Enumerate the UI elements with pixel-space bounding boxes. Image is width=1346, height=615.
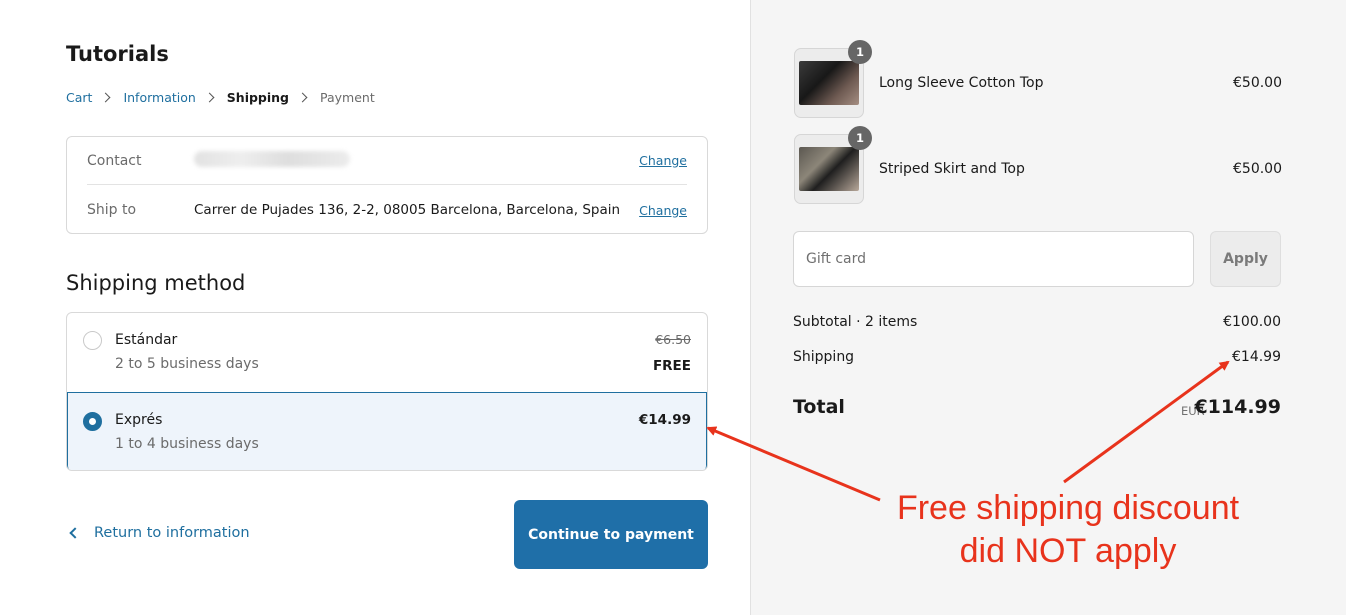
shipping-method-title: Shipping method [66,271,246,295]
shipping-row: Shipping €14.99 [793,349,1281,365]
option-eta: 2 to 5 business days [115,356,259,372]
quantity-badge: 1 [848,126,872,150]
order-item: 1 Striped Skirt and Top €50.00 [794,126,1282,204]
gift-card-input[interactable] [793,231,1194,287]
breadcrumb-shipping: Shipping [226,90,290,105]
contact-value [194,150,639,171]
item-name: Long Sleeve Cotton Top [879,75,1044,91]
shipping-option-express[interactable]: Exprés 1 to 4 business days €14.99 [67,392,707,470]
product-image [799,147,859,191]
breadcrumb-information[interactable]: Information [123,90,195,105]
item-name: Striped Skirt and Top [879,161,1025,177]
contact-label: Contact [87,152,142,169]
subtotal-row: Subtotal · 2 items €100.00 [793,314,1281,330]
radio-unselected[interactable] [83,331,102,350]
total-value: €114.99 [1194,396,1281,418]
shipping-option-standard[interactable]: Estándar 2 to 5 business days €6.50 FREE [67,313,707,392]
contact-row: Contact Change [87,137,687,185]
option-name: Exprés [115,412,163,428]
option-old-price: €6.50 [655,332,691,347]
chevron-right-icon [297,92,308,103]
radio-selected[interactable] [83,412,102,431]
chevron-right-icon [204,92,215,103]
return-to-information-link[interactable]: Return to information [66,525,250,541]
quantity-badge: 1 [848,40,872,64]
store-title[interactable]: Tutorials [66,42,169,66]
chevron-left-icon [69,527,81,539]
breadcrumb-cart[interactable]: Cart [66,90,92,105]
breadcrumb-payment: Payment [320,90,375,105]
subtotal-label: Subtotal · 2 items [793,314,918,330]
option-name: Estándar [115,332,178,348]
continue-to-payment-button[interactable]: Continue to payment [514,500,708,569]
option-price: €14.99 [638,412,691,428]
option-price: FREE [652,358,691,374]
return-label: Return to information [94,525,250,541]
change-address-link[interactable]: Change [639,203,687,218]
breadcrumb: Cart Information Shipping Payment [66,90,375,105]
ship-to-label: Ship to [87,202,137,218]
chevron-right-icon [100,92,111,103]
review-box: Contact Change Ship to Carrer de Pujades… [66,136,708,234]
item-price: €50.00 [1233,75,1282,91]
annotation-line-1: Free shipping discount [896,489,1240,527]
checkout-main-panel: Tutorials Cart Information Shipping Paym… [0,0,750,615]
annotation-callout: Free shipping discount did NOT apply [868,487,1268,573]
ship-to-value: Carrer de Pujades 136, 2-2, 08005 Barcel… [194,202,621,218]
shipping-value: €14.99 [1232,349,1281,365]
shipping-options: Estándar 2 to 5 business days €6.50 FREE… [66,312,708,471]
ship-to-row: Ship to Carrer de Pujades 136, 2-2, 0800… [87,186,687,234]
order-item: 1 Long Sleeve Cotton Top €50.00 [794,40,1282,118]
annotation-line-2: did NOT apply [959,532,1177,570]
item-price: €50.00 [1233,161,1282,177]
apply-button[interactable]: Apply [1210,231,1281,287]
subtotal-value: €100.00 [1223,314,1281,330]
shipping-label: Shipping [793,349,855,365]
total-label: Total [793,396,845,418]
change-contact-link[interactable]: Change [639,153,687,168]
product-image [799,61,859,105]
option-eta: 1 to 4 business days [115,436,259,452]
redacted-contact [194,150,350,167]
